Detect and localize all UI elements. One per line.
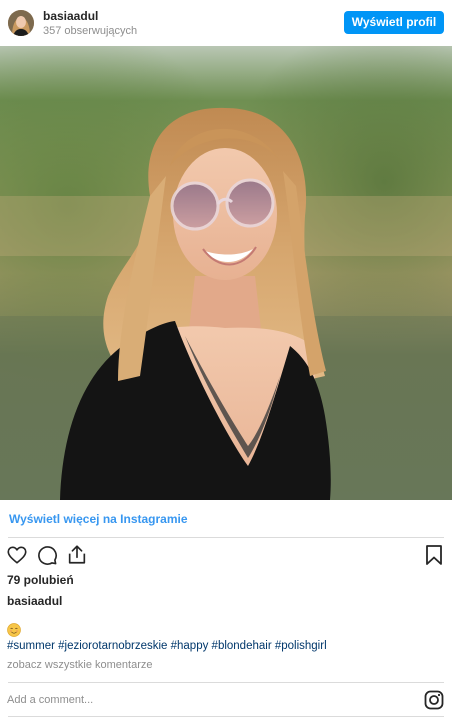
divider [8,682,444,683]
bookmark-icon[interactable] [424,544,444,566]
post-header: basiaadul 357 obserwujących Wyświetl pro… [0,0,452,46]
avatar[interactable] [8,10,34,36]
divider [8,716,444,717]
caption-author[interactable]: basiaadul [7,594,62,608]
like-count[interactable]: 79 polubień [7,573,74,587]
instagram-embed-card: basiaadul 357 obserwujących Wyświetl pro… [0,0,452,720]
blush-emoji-icon [7,623,21,637]
add-comment-field[interactable]: Add a comment... [7,694,93,706]
follower-count: 357 obserwujących [43,25,138,37]
comment-icon[interactable] [36,544,58,566]
view-more-on-instagram-link[interactable]: Wyświetl więcej na Instagramie [9,512,188,526]
view-all-comments-link[interactable]: zobacz wszystkie komentarze [7,659,153,671]
heart-icon[interactable] [6,544,28,566]
view-profile-button[interactable]: Wyświetl profil [344,11,444,34]
caption-hashtags[interactable]: #summer #jeziorotarnobrzeskie #happy #bl… [7,640,327,652]
post-photo[interactable] [0,46,452,500]
share-icon[interactable] [66,543,88,566]
instagram-icon[interactable] [424,690,444,710]
divider [8,537,444,538]
username[interactable]: basiaadul [43,9,98,23]
